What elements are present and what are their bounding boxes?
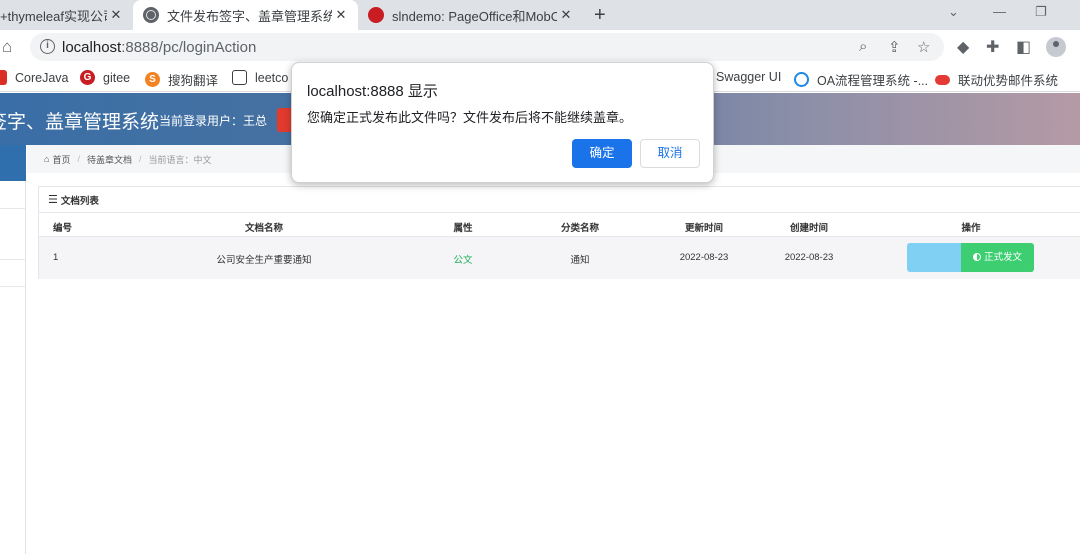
dialog-cancel-button[interactable]: 取消 xyxy=(640,139,700,168)
bookmark-corejava[interactable]: CoreJava xyxy=(0,70,69,85)
logout-button[interactable] xyxy=(277,108,291,132)
profile-avatar[interactable] xyxy=(1046,37,1066,57)
tab-close-icon[interactable]: ✕ xyxy=(332,7,350,23)
mail-icon xyxy=(935,74,950,85)
info-icon[interactable]: i xyxy=(40,39,55,54)
oa-icon xyxy=(794,72,809,87)
col-id: 编号 xyxy=(53,223,73,234)
tab-strip: +thymeleaf实现公司 ✕ 文件发布签字、盖章管理系统 ✕ slndemo… xyxy=(0,0,1080,30)
bookmark-leetcode[interactable]: leetco xyxy=(232,70,288,85)
home-icon[interactable]: ⌂ xyxy=(2,37,12,57)
bookmark-oa[interactable]: OA流程管理系统 -... xyxy=(794,70,928,89)
share-icon[interactable]: ⇪ xyxy=(888,38,901,56)
publish-button-label: 正式发文 xyxy=(983,252,1022,263)
bookmark-label: gitee xyxy=(103,70,131,85)
bookmark-label: leetco xyxy=(255,70,289,85)
tab-title: slndemo: PageOffice和MobOffi xyxy=(392,8,557,24)
zoom-icon[interactable]: ⌕ xyxy=(859,38,867,55)
bookmark-sogou[interactable]: S 搜狗翻译 xyxy=(145,70,218,89)
sidebar-divider xyxy=(0,259,26,260)
minimize-icon[interactable]: — xyxy=(993,4,1006,19)
globe-icon xyxy=(143,7,159,23)
home-icon: ⌂ xyxy=(44,154,50,164)
browser-tab-3[interactable]: slndemo: PageOffice和MobOffi ✕ xyxy=(358,0,583,30)
col-created: 创建时间 xyxy=(789,223,829,234)
col-name: 文档名称 xyxy=(244,223,284,234)
gitee-icon: G xyxy=(80,70,95,85)
cell-updated: 2022-08-23 xyxy=(679,252,729,263)
url-text[interactable]: localhost:8888/pc/loginAction xyxy=(62,39,256,56)
breadcrumb-section[interactable]: 待盖章文档 xyxy=(87,153,132,166)
stamp-button[interactable] xyxy=(907,243,962,272)
app-title: 签字、盖章管理系统 xyxy=(0,112,160,133)
sidepanel-icon[interactable]: ◧ xyxy=(1016,37,1031,57)
url-host: localhost xyxy=(62,39,122,56)
bookmark-label: OA流程管理系统 -... xyxy=(817,74,929,88)
bookmark-mail[interactable]: 联动优势邮件系统 xyxy=(935,70,1058,89)
col-updated: 更新时间 xyxy=(684,223,724,234)
dialog-message: 您确定正式发布此文件吗？文件发布后将不能继续盖章。 xyxy=(307,110,633,125)
corejava-icon xyxy=(0,70,7,85)
evernote-icon[interactable]: ◆ xyxy=(957,37,969,57)
cell-name: 公司安全生产重要通知 xyxy=(216,255,312,266)
panel-header: ☰ 文档列表 xyxy=(39,187,1080,213)
table-row: 1 公司安全生产重要通知 公文 通知 2022-08-23 2022-08-23… xyxy=(39,237,1080,279)
publish-button[interactable]: 正式发文 xyxy=(961,243,1034,272)
col-actions: 操作 xyxy=(961,223,981,234)
cell-category: 通知 xyxy=(570,255,590,266)
browser-toolbar: ⌂ i localhost:8888/pc/loginAction ⌕ ⇪ ☆ xyxy=(0,30,1080,64)
star-icon[interactable]: ☆ xyxy=(917,38,930,56)
breadcrumb-separator: / xyxy=(77,154,80,164)
gitee-icon xyxy=(368,7,384,23)
document-list-panel: ☰ 文档列表 编号 文档名称 属性 分类名称 更新时间 创建时间 操作 1 公司… xyxy=(38,186,1080,279)
sidebar-divider xyxy=(0,286,26,287)
tab-close-icon[interactable]: ✕ xyxy=(107,7,125,23)
dialog-title: localhost:8888 显示 xyxy=(307,83,438,100)
address-bar[interactable]: i localhost:8888/pc/loginAction ⌕ ⇪ ☆ xyxy=(30,33,944,61)
bookmark-label: CoreJava xyxy=(15,70,69,85)
new-tab-button[interactable]: + xyxy=(594,4,606,27)
adjust-icon xyxy=(972,253,981,261)
puzzle-icon[interactable]: ✚ xyxy=(986,37,999,57)
cell-created: 2022-08-23 xyxy=(784,252,834,263)
col-category: 分类名称 xyxy=(560,223,600,234)
sidebar xyxy=(0,181,26,554)
table-header: 编号 文档名称 属性 分类名称 更新时间 创建时间 操作 xyxy=(39,213,1080,237)
cell-attr: 公文 xyxy=(453,255,473,266)
list-icon: ☰ xyxy=(48,194,58,206)
current-user: 当前登录用户：王总 xyxy=(159,114,268,128)
dialog-ok-button[interactable]: 确定 xyxy=(572,139,632,168)
bookmark-label: 搜狗翻译 xyxy=(168,74,219,88)
book-icon xyxy=(232,70,247,85)
chevron-down-icon[interactable]: ⌄ xyxy=(948,4,959,20)
cell-id: 1 xyxy=(53,252,59,263)
breadcrumb-language: 当前语言：中文 xyxy=(148,154,212,165)
tab-close-icon[interactable]: ✕ xyxy=(557,7,575,23)
confirm-dialog: localhost:8888 显示 您确定正式发布此文件吗？文件发布后将不能继续… xyxy=(291,62,714,183)
sidebar-active-item[interactable] xyxy=(0,145,26,181)
panel-title: 文档列表 xyxy=(60,195,99,207)
sogou-icon: S xyxy=(145,72,160,87)
url-path: :8888/pc/loginAction xyxy=(121,39,257,56)
bookmark-gitee[interactable]: Ggitee xyxy=(80,70,130,85)
bookmark-label: 联动优势邮件系统 xyxy=(958,74,1059,88)
sidebar-divider xyxy=(0,208,26,209)
browser-tab-1[interactable]: +thymeleaf实现公司 ✕ xyxy=(0,0,133,30)
restore-icon[interactable]: ❐ xyxy=(1035,4,1047,20)
browser-tab-2-active[interactable]: 文件发布签字、盖章管理系统 ✕ xyxy=(133,0,358,30)
col-attr: 属性 xyxy=(453,223,473,234)
tab-title: 文件发布签字、盖章管理系统 xyxy=(167,8,332,24)
bookmark-label: Swagger UI xyxy=(716,70,782,84)
tab-title: +thymeleaf实现公司 xyxy=(0,8,107,24)
breadcrumb-home[interactable]: 首页 xyxy=(52,153,70,166)
bookmark-swagger[interactable]: Swagger UI xyxy=(716,70,781,84)
breadcrumb-separator: / xyxy=(138,154,142,164)
